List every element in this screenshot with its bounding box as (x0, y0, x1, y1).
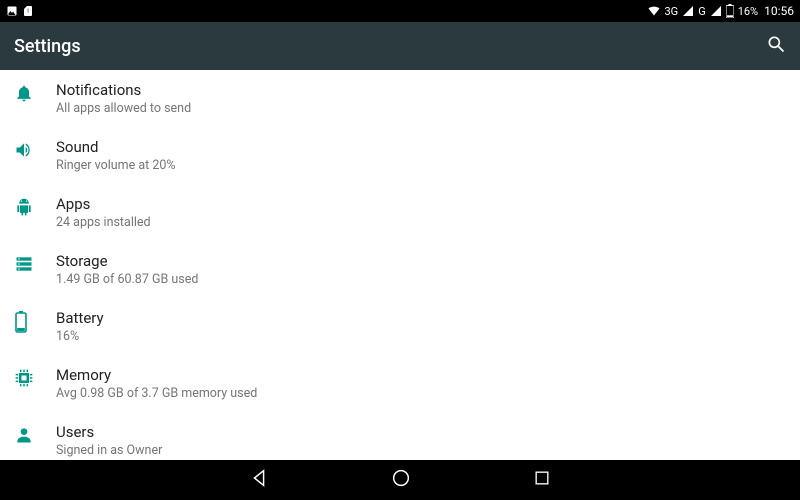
item-title: Notifications (56, 81, 191, 99)
back-button[interactable] (248, 467, 270, 493)
battery-icon (726, 4, 734, 18)
item-subtitle: Avg 0.98 GB of 3.7 GB memory used (56, 386, 257, 401)
search-button[interactable] (766, 34, 786, 58)
navigation-bar (0, 460, 800, 500)
signal-icon-2 (710, 5, 722, 17)
item-subtitle: All apps allowed to send (56, 101, 191, 116)
settings-item-storage[interactable]: Storage 1.49 GB of 60.87 GB used (0, 241, 800, 298)
settings-list: Notifications All apps allowed to send S… (0, 70, 800, 460)
signal-icon-1 (682, 5, 694, 17)
item-title: Sound (56, 138, 176, 156)
network-type-2: G (698, 5, 706, 18)
sd-card-icon: ! (22, 5, 34, 17)
settings-item-memory[interactable]: Memory Avg 0.98 GB of 3.7 GB memory used (0, 355, 800, 412)
item-subtitle: 16% (56, 329, 104, 344)
settings-item-users[interactable]: Users Signed in as Owner (0, 412, 800, 460)
item-subtitle: 24 apps installed (56, 215, 151, 230)
home-button[interactable] (390, 467, 412, 493)
item-subtitle: Ringer volume at 20% (56, 158, 176, 173)
status-bar: ! 3G G 16% 10:56 (0, 0, 800, 22)
volume-icon (14, 138, 56, 160)
item-title: Memory (56, 366, 257, 384)
item-subtitle: 1.49 GB of 60.87 GB used (56, 272, 198, 287)
item-title: Users (56, 423, 162, 441)
storage-icon (14, 252, 56, 274)
battery-percent: 16% (738, 5, 758, 18)
settings-item-battery[interactable]: Battery 16% (0, 298, 800, 355)
item-title: Apps (56, 195, 151, 213)
item-subtitle: Signed in as Owner (56, 443, 162, 458)
android-icon (14, 195, 56, 217)
network-type-1: 3G (665, 5, 679, 18)
recents-button[interactable] (532, 468, 552, 492)
settings-item-apps[interactable]: Apps 24 apps installed (0, 184, 800, 241)
page-title: Settings (14, 36, 81, 57)
image-icon (6, 5, 18, 17)
item-title: Battery (56, 309, 104, 327)
wifi-icon (647, 5, 661, 17)
settings-item-sound[interactable]: Sound Ringer volume at 20% (0, 127, 800, 184)
clock: 10:56 (764, 4, 794, 18)
memory-icon (14, 366, 56, 388)
app-bar: Settings (0, 22, 800, 70)
settings-item-notifications[interactable]: Notifications All apps allowed to send (0, 70, 800, 127)
battery-icon (14, 309, 56, 333)
person-icon (14, 423, 56, 445)
item-title: Storage (56, 252, 198, 270)
bell-icon (14, 81, 56, 103)
